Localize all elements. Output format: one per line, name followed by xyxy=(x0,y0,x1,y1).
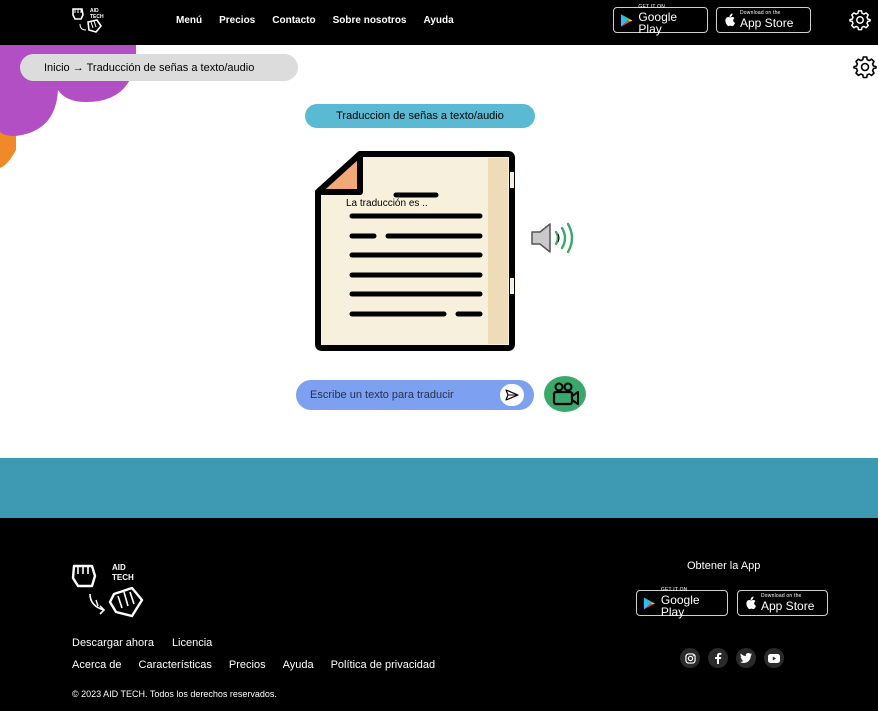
breadcrumb-text: Inicio → Traducción de señas a texto/aud… xyxy=(44,61,255,74)
youtube-link[interactable] xyxy=(764,648,784,668)
get-app-heading: Obtener la App xyxy=(687,560,761,572)
google-play-badge-footer[interactable]: GET IT ON Google Play xyxy=(636,588,728,619)
google-play-big-text: Google Play xyxy=(660,593,700,619)
nav-link-menu[interactable]: Menú xyxy=(176,15,202,26)
footer-links-row-2: Acerca de Características Precios Ayuda … xyxy=(72,659,452,671)
footer-link-licencia[interactable]: Licencia xyxy=(172,637,212,649)
nav-link-ayuda[interactable]: Ayuda xyxy=(424,15,454,26)
top-navigation: AID TECH Menú Precios Contacto Sobre nos… xyxy=(0,0,878,45)
svg-text:TECH: TECH xyxy=(90,14,104,20)
footer-link-precios[interactable]: Precios xyxy=(229,659,266,671)
translation-output-text: La traducción es .. xyxy=(346,198,428,209)
google-play-badge[interactable]: GET IT ON Google Play xyxy=(613,5,708,36)
apple-icon xyxy=(746,596,756,610)
app-store-badge[interactable]: Download on the App Store xyxy=(716,7,811,33)
document-illustration xyxy=(315,151,515,351)
app-store-big-text: App Store xyxy=(761,599,815,613)
footer-link-acerca-de[interactable]: Acerca de xyxy=(72,659,122,671)
translation-output: La traducción es .. xyxy=(346,198,428,209)
settings-gear-icon[interactable] xyxy=(849,9,871,31)
page: AID TECH Menú Precios Contacto Sobre nos… xyxy=(0,0,878,711)
social-links xyxy=(680,648,784,668)
footer-links-row-1: Descargar ahora Licencia xyxy=(72,637,230,649)
aid-tech-logo-footer[interactable]: AID TECH xyxy=(70,560,146,620)
settings-gear-icon-secondary[interactable] xyxy=(853,55,877,79)
send-button[interactable] xyxy=(500,384,524,406)
twitter-link[interactable] xyxy=(736,648,756,668)
youtube-icon xyxy=(768,653,780,663)
facebook-icon xyxy=(715,652,722,664)
google-play-icon xyxy=(643,597,655,609)
video-camera-button[interactable] xyxy=(544,376,586,412)
footer-link-descargar-ahora[interactable]: Descargar ahora xyxy=(72,637,154,649)
facebook-link[interactable] xyxy=(708,648,728,668)
apple-icon xyxy=(725,13,735,27)
footer-link-privacidad[interactable]: Política de privacidad xyxy=(331,659,436,671)
footer-link-ayuda[interactable]: Ayuda xyxy=(283,659,314,671)
nav-link-contacto[interactable]: Contacto xyxy=(272,15,315,26)
copyright: © 2023 AID TECH. Todos los derechos rese… xyxy=(72,689,277,699)
instagram-icon xyxy=(684,652,696,664)
twitter-icon xyxy=(740,653,752,663)
aid-tech-logo[interactable]: AID TECH xyxy=(70,6,106,34)
nav-links: Menú Precios Contacto Sobre nosotros Ayu… xyxy=(176,0,471,40)
app-store-badge-footer[interactable]: Download on the App Store xyxy=(737,590,828,616)
google-play-big-text: Google Play xyxy=(638,10,678,36)
google-play-icon xyxy=(620,13,633,27)
page-title: Traduccion de señas a texto/audio xyxy=(305,104,535,128)
translate-input[interactable] xyxy=(310,380,496,410)
translate-input-bar xyxy=(296,380,534,410)
svg-text:TECH: TECH xyxy=(112,573,134,582)
nav-link-sobre-nosotros[interactable]: Sobre nosotros xyxy=(333,15,407,26)
svg-text:AID: AID xyxy=(112,563,126,572)
nav-link-precios[interactable]: Precios xyxy=(219,15,255,26)
speaker-audio-icon[interactable] xyxy=(528,218,580,258)
breadcrumb[interactable]: Inicio → Traducción de señas a texto/aud… xyxy=(20,54,298,81)
instagram-link[interactable] xyxy=(680,648,700,668)
footer-link-caracteristicas[interactable]: Características xyxy=(139,659,212,671)
teal-band xyxy=(0,458,878,518)
page-title-text: Traduccion de señas a texto/audio xyxy=(336,110,504,122)
send-icon xyxy=(505,389,519,401)
footer: AID TECH Descargar ahora Licencia Acerca… xyxy=(0,518,878,711)
app-store-big-text: App Store xyxy=(740,16,794,30)
